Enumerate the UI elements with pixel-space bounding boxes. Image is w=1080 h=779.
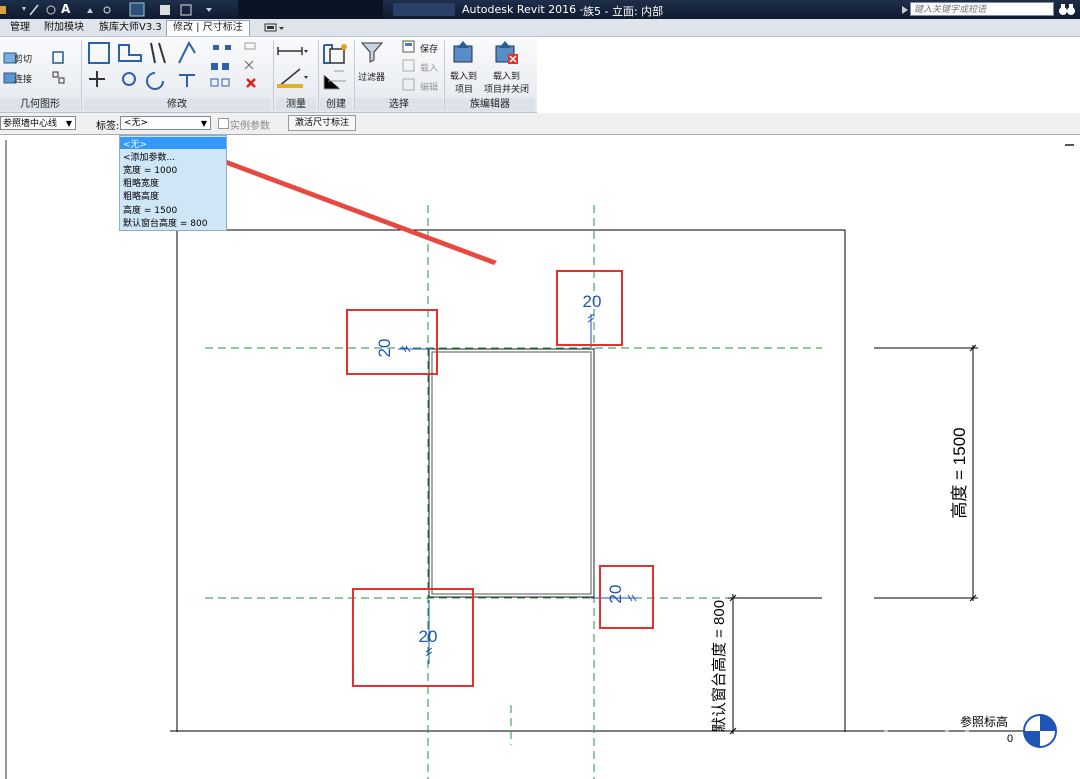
expand-arrow-icon[interactable] <box>901 5 909 15</box>
dropdown-option-rough-height[interactable]: 粗略高度 <box>123 189 159 202</box>
panel-separator <box>81 40 82 110</box>
ribbon-tab-row: 管理 附加模块 族库大师V3.3 修改 | 尺寸标注 <box>0 19 1080 37</box>
modify-panel-title: 修改 <box>84 98 270 111</box>
wall-join-icon[interactable] <box>50 69 68 87</box>
ref-level-name[interactable]: 参照标高 <box>960 714 1008 729</box>
edit-selection-button: 编辑 <box>420 83 439 93</box>
tab-modify-dimensions[interactable]: 修改 | 尺寸标注 <box>166 20 250 36</box>
dropdown-option-sill-height[interactable]: 默认窗台高度 = 800 <box>123 216 207 229</box>
activate-dimension-button[interactable]: 激活尺寸标注 <box>288 115 356 131</box>
tab-manage[interactable]: 管理 <box>10 21 30 36</box>
window-frame <box>431 351 592 595</box>
reference-dropdown[interactable]: 参照墙中心线 ▼ <box>0 116 76 130</box>
app-title: Autodesk Revit 2016 - <box>462 3 584 16</box>
document-title: 族5 - 立面: 内部 <box>583 5 664 18</box>
save-selection-icon[interactable] <box>402 40 416 54</box>
dimension-value-bottom-left[interactable]: 20 <box>419 627 438 646</box>
ribbon-minimize-icon[interactable] <box>264 22 286 34</box>
load-selection-icon <box>402 59 415 72</box>
reference-planes <box>205 205 822 779</box>
geometry-panel-title: 几何图形 <box>0 98 80 111</box>
load-selection-button: 载入 <box>420 64 439 74</box>
dropdown-option-none[interactable]: <无> <box>120 137 226 150</box>
reference-value: 参照墙中心线 <box>3 119 58 129</box>
ribbon: 剪切 连接 几何图形 修改 测量 创建 过滤器 保存 载入 编辑 选择 载入到 … <box>0 37 537 113</box>
ref-level-value: 0 <box>1007 733 1013 745</box>
measure-icon[interactable] <box>276 41 316 95</box>
dropdown-option-add-parameter[interactable]: <添加参数... <box>123 150 175 163</box>
chevron-down-icon: ▼ <box>200 119 207 128</box>
label-caption: 标签: <box>96 121 120 132</box>
tab-family-library[interactable]: 族库大师V3.3 <box>99 21 162 36</box>
create-icon[interactable] <box>320 41 352 95</box>
height-label[interactable]: 高度 = 1500 <box>950 427 969 518</box>
tab-addins[interactable]: 附加模块 <box>44 21 84 36</box>
load-and-close-label-2[interactable]: 项目并关闭 <box>484 82 529 95</box>
modify-tools-icons[interactable] <box>85 39 275 97</box>
load-and-close-icon[interactable] <box>494 40 520 64</box>
edit-selection-icon <box>402 78 415 91</box>
info-center-box[interactable] <box>393 3 455 16</box>
text-tool-icon[interactable]: A <box>61 2 70 17</box>
binoculars-icon[interactable] <box>1058 2 1076 17</box>
title-bar-gap <box>238 0 383 19</box>
label-select[interactable]: <无> ▼ <box>120 116 211 130</box>
sill-height-label[interactable]: 默认窗台高度 = 800 <box>710 600 728 732</box>
cut-button[interactable]: 剪切 <box>14 52 32 65</box>
filter-button[interactable]: 过滤器 <box>358 70 385 83</box>
highlight-boxes <box>346 270 654 687</box>
label-dropdown-list[interactable]: <无> <添加参数... 宽度 = 1000 粗略宽度 粗略高度 高度 = 15… <box>119 135 227 231</box>
dropdown-option-height[interactable]: 高度 = 1500 <box>123 203 177 216</box>
instance-parameter-label: 实例参数 <box>230 121 270 132</box>
title-bar: A Autodesk Revit 2016 - 族5 - 立面: 内部 键入关键… <box>0 0 1080 19</box>
dimension-value-top-left[interactable]: 20 <box>375 339 394 358</box>
save-selection-button[interactable]: 保存 <box>420 42 438 55</box>
load-into-project-label-2[interactable]: 项目 <box>455 82 473 95</box>
join-geometry-icon[interactable] <box>50 49 68 67</box>
dimension-value-bottom-right[interactable]: 20 <box>606 585 625 604</box>
level-head-icon[interactable] <box>1023 714 1057 748</box>
wall-outline <box>176 229 846 732</box>
drawing-canvas[interactable]: 20 20 20 20 高度 = 1500 默认窗台高度 = 800 参照标高 … <box>0 135 1080 779</box>
select-panel-title: 选择 <box>355 98 443 111</box>
label-select-value: <无> <box>124 118 149 128</box>
load-and-close-label-1[interactable]: 载入到 <box>493 69 520 82</box>
chevron-down-icon: ▼ <box>65 119 72 128</box>
join-button[interactable]: 连接 <box>14 72 32 85</box>
sill-dimension[interactable] <box>728 594 822 735</box>
load-into-project-icon[interactable] <box>452 40 476 64</box>
dropdown-option-rough-width[interactable]: 粗略宽度 <box>123 176 159 189</box>
load-into-project-label-1[interactable]: 载入到 <box>450 69 477 82</box>
dimension-value-top-right[interactable]: 20 <box>583 292 602 311</box>
dropdown-option-width[interactable]: 宽度 = 1000 <box>123 163 177 176</box>
window-opening[interactable] <box>428 348 595 598</box>
panel-separator <box>273 40 274 110</box>
family-editor-panel-title: 族编辑器 <box>445 98 535 111</box>
panel-separator <box>318 40 319 110</box>
options-bar: 参照墙中心线 ▼ 标签: <无> ▼ 实例参数 激活尺寸标注 <box>0 113 1080 135</box>
search-input[interactable]: 键入关键字或短语 <box>910 2 1054 16</box>
instance-parameter-checkbox[interactable] <box>218 118 229 129</box>
measure-panel-title: 测量 <box>276 98 316 111</box>
create-panel-title: 创建 <box>320 98 352 111</box>
filter-icon[interactable] <box>360 41 384 63</box>
ribbon-empty-area <box>537 37 1080 112</box>
quick-access-toolbar[interactable] <box>0 0 230 19</box>
dimension-ticks <box>398 313 637 664</box>
